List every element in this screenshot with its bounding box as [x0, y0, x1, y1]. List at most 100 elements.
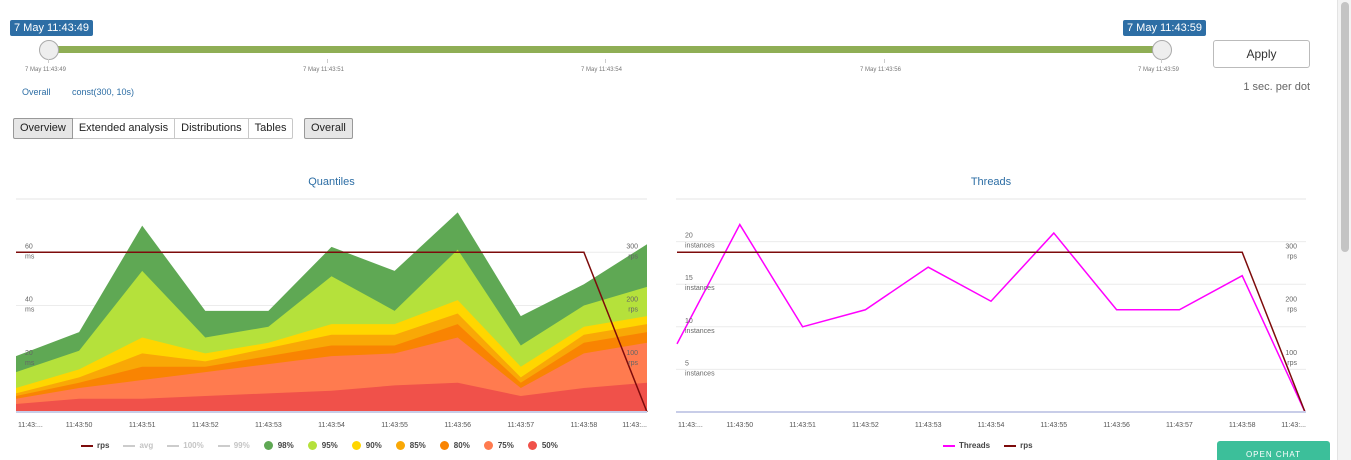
legend-label: avg	[139, 441, 154, 450]
x-tick-label: 11:43:53	[915, 422, 942, 429]
tab-distributions[interactable]: Distributions	[175, 118, 249, 139]
y-right-tick-label: 200	[626, 297, 638, 304]
scrollbar-thumb[interactable]	[1341, 2, 1349, 252]
range-tick-label: 7 May 11:43:49	[25, 67, 66, 73]
range-slider-track[interactable]	[48, 46, 1162, 53]
apply-button[interactable]: Apply	[1213, 40, 1310, 68]
quantiles-chart-title: Quantiles	[308, 176, 355, 188]
legend-item[interactable]: 80%	[439, 441, 470, 450]
x-tick-label: 11:43:51	[129, 422, 156, 429]
x-tick-label: 11:43:...	[622, 422, 647, 429]
x-tick-label: 11:43:51	[789, 422, 816, 429]
per-dot-label: 1 sec. per dot	[1243, 81, 1310, 93]
range-end-badge: 7 May 11:43:59	[1123, 20, 1207, 36]
y-left-unit-label: instances	[685, 328, 715, 335]
threads-chart-title: Threads	[970, 176, 1012, 188]
range-start-handle[interactable]	[39, 40, 59, 60]
overall-link[interactable]: Overall	[22, 87, 51, 97]
range-tick-mark	[884, 59, 885, 63]
tab-tables[interactable]: Tables	[248, 118, 294, 139]
y-right-tick-label: 100	[626, 350, 638, 357]
x-tick-label: 11:43:55	[381, 422, 408, 429]
quantiles-legend: rps avg 100% 99% 98% 95% 90% 85% 80% 75% 50%	[81, 441, 572, 450]
legend-label: 85%	[409, 441, 426, 450]
x-tick-label: 11:43:...	[678, 422, 703, 429]
range-tick-mark	[605, 59, 606, 63]
y-right-unit-label: rps	[1287, 307, 1297, 314]
y-right-unit-label: rps	[628, 360, 638, 367]
range-tick-label: 7 May 11:43:51	[303, 67, 344, 73]
legend-item[interactable]: rps	[81, 441, 109, 450]
x-tick-label: 11:43:57	[1166, 422, 1193, 429]
x-tick-label: 11:43:58	[1229, 422, 1256, 429]
x-tick-label: 11:43:56	[444, 422, 471, 429]
legend-marker	[217, 444, 230, 447]
range-tick-label: 7 May 11:43:54	[581, 67, 622, 73]
legend-item[interactable]: 50%	[527, 441, 558, 450]
y-right-unit-label: rps	[628, 253, 638, 260]
legend-item[interactable]: 98%	[263, 441, 294, 450]
legend-item[interactable]: 100%	[167, 441, 204, 450]
y-right-tick-label: 300	[1285, 243, 1297, 250]
y-left-tick-label: 10	[685, 318, 693, 325]
range-start-badge: 7 May 11:43:49	[10, 20, 94, 36]
tab-extended-analysis[interactable]: Extended analysis	[72, 118, 176, 139]
legend-label: 100%	[183, 441, 204, 450]
x-tick-label: 11:43:53	[255, 422, 282, 429]
y-left-unit-label: ms	[25, 360, 35, 367]
legend-label: 90%	[365, 441, 382, 450]
y-left-tick-label: 60	[25, 243, 33, 250]
legend-item[interactable]: 90%	[351, 441, 382, 450]
x-tick-label: 11:43:54	[978, 422, 1005, 429]
y-left-tick-label: 15	[685, 275, 693, 282]
legend-item[interactable]: rps	[1004, 441, 1033, 450]
y-right-unit-label: rps	[628, 307, 638, 314]
legend-label: 98%	[277, 441, 294, 450]
y-left-tick-label: 5	[685, 360, 689, 367]
legend-item[interactable]: 99%	[217, 441, 250, 450]
y-right-tick-label: 100	[1285, 350, 1297, 357]
range-tick-mark	[1161, 59, 1162, 63]
legend-item[interactable]: 85%	[395, 441, 426, 450]
legend-marker	[167, 444, 180, 447]
y-right-unit-label: rps	[1287, 360, 1297, 367]
y-left-tick-label: 40	[25, 297, 33, 304]
legend-item[interactable]: Threads	[943, 441, 990, 450]
const-link[interactable]: const(300, 10s)	[72, 87, 134, 97]
y-left-unit-label: instances	[685, 243, 715, 250]
range-end-handle[interactable]	[1152, 40, 1172, 60]
legend-item[interactable]: 75%	[483, 441, 514, 450]
x-tick-label: 11:43:...	[18, 422, 43, 429]
legend-item[interactable]: 95%	[307, 441, 338, 450]
page-scrollbar[interactable]	[1337, 0, 1351, 460]
x-tick-label: 11:43:58	[571, 422, 598, 429]
y-left-tick-label: 20	[685, 233, 693, 240]
x-tick-label: 11:43:57	[507, 422, 534, 429]
legend-marker	[395, 441, 405, 450]
overall-button[interactable]: Overall	[304, 118, 353, 139]
open-chat-button[interactable]: OPEN CHAT	[1217, 441, 1330, 460]
range-tick-mark	[48, 59, 49, 63]
legend-label: rps	[97, 441, 110, 450]
legend-marker	[943, 444, 955, 447]
y-right-unit-label: rps	[1287, 253, 1297, 260]
x-tick-label: 11:43:54	[318, 422, 345, 429]
legend-marker	[527, 441, 537, 450]
x-tick-label: 11:43:...	[1281, 422, 1306, 429]
legend-label: 75%	[497, 441, 514, 450]
range-tick-mark	[327, 59, 328, 63]
x-tick-label: 11:43:56	[1103, 422, 1130, 429]
legend-marker	[123, 444, 136, 447]
legend-label: 99%	[233, 441, 250, 450]
page: 7 May 11:43:49 7 May 11:43:59 7 May 11:4…	[0, 0, 1351, 460]
legend-label: rps	[1020, 441, 1033, 450]
tab-overview[interactable]: Overview	[13, 118, 73, 139]
x-tick-label: 11:43:50	[726, 422, 753, 429]
legend-item[interactable]: avg	[123, 441, 153, 450]
y-left-unit-label: ms	[25, 253, 35, 260]
legend-marker	[483, 441, 493, 450]
x-tick-label: 11:43:52	[852, 422, 879, 429]
view-tabs: Overview Extended analysis Distributions…	[13, 118, 294, 139]
y-left-tick-label: 20	[25, 350, 33, 357]
legend-marker	[1004, 444, 1017, 447]
